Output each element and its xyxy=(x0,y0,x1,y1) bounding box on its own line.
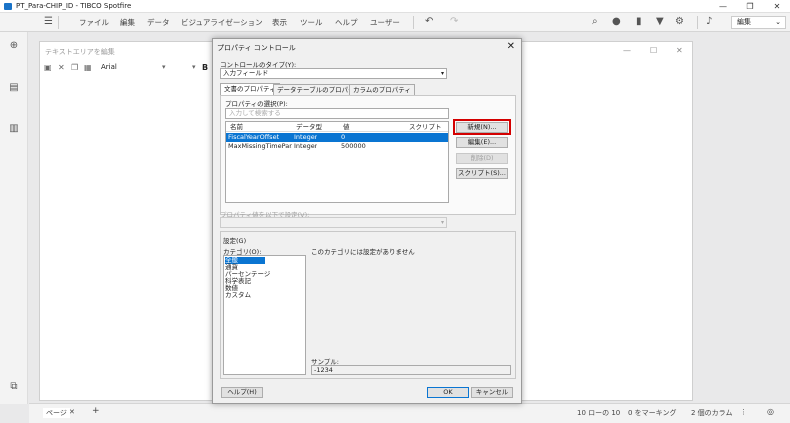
row-type: Integer xyxy=(294,142,318,150)
select-property-label: プロパティの選択(P): xyxy=(225,100,288,108)
comments-icon[interactable]: ● xyxy=(612,16,621,28)
left-rail: ⊕ ▤ ▥ ⧉ xyxy=(0,32,28,404)
minimize-panel-button[interactable]: — xyxy=(623,46,631,55)
bookmark-icon[interactable]: ▮ xyxy=(636,16,642,28)
menu-data[interactable]: データ xyxy=(147,17,170,28)
column-count: 2 個のカラム xyxy=(691,409,733,417)
redo-icon[interactable]: ↷ xyxy=(450,16,458,28)
bold-button[interactable]: B xyxy=(202,63,208,72)
chevron-down-icon: ▾ xyxy=(440,219,444,226)
chevron-down-icon: ▾ xyxy=(440,70,444,77)
dialog-close-button[interactable]: ✕ xyxy=(507,41,515,53)
menu-divider xyxy=(413,16,414,29)
row-type: Integer xyxy=(294,133,318,141)
notifications-icon[interactable]: ♪ xyxy=(706,16,712,28)
control-type-value: 入力フィールド xyxy=(223,69,269,77)
row-value: 500000 xyxy=(341,142,366,150)
menu-file[interactable]: ファイル xyxy=(79,17,109,28)
set-value-select[interactable]: ▾ xyxy=(220,217,447,228)
window-title-bar: PT_Para-CHIP_ID - TIBCO Spotfire — ❐ ✕ xyxy=(0,0,790,13)
row-count: 10 ローの 10 xyxy=(577,409,621,417)
font-select[interactable]: Arial xyxy=(101,63,117,71)
delete-button[interactable]: 削除(D) xyxy=(456,153,508,164)
row-name: FiscalYearOffset xyxy=(228,133,280,141)
table-row[interactable]: MaxMissingTimePar... Integer 500000 xyxy=(226,142,448,151)
property-list-header: 名前 データ型 値 スクリプト xyxy=(226,123,448,132)
row-name: MaxMissingTimePar... xyxy=(228,142,292,150)
ok-button[interactable]: OK xyxy=(427,387,469,398)
sample-value: -1234 xyxy=(311,365,511,375)
maximize-button[interactable]: ❐ xyxy=(743,1,757,12)
help-button[interactable]: ヘルプ(H) xyxy=(221,387,263,398)
search-icon[interactable]: ⌕ xyxy=(592,16,598,28)
text-area-title: テキストエリアを編集 xyxy=(45,48,115,56)
menu-tools[interactable]: ツール xyxy=(300,17,323,28)
dialog-title: プロパティ コントロール xyxy=(217,44,296,52)
column-header-script[interactable]: スクリプト xyxy=(409,123,442,132)
script-button[interactable]: スクリプト(S)... xyxy=(456,168,508,179)
property-control-dialog: プロパティ コントロール ✕ コントロールのタイプ(Y): 入力フィールド ▾ … xyxy=(212,38,522,404)
mode-dropdown-label: 編集 xyxy=(737,18,751,26)
table-row[interactable]: FiscalYearOffset Integer 0 xyxy=(226,133,448,142)
add-page-icon[interactable]: + xyxy=(92,406,100,416)
row-value: 0 xyxy=(341,133,346,141)
save-icon[interactable]: ▣ xyxy=(44,63,52,72)
minimize-button[interactable]: — xyxy=(716,1,730,12)
status-bar: ページ ✕ + 10 ローの 10 0 をマーキング 2 個のカラム ⋮ ◎ xyxy=(29,403,790,423)
menu-edit[interactable]: 編集 xyxy=(120,17,135,28)
add-icon[interactable]: ⊕ xyxy=(8,40,20,52)
mode-dropdown[interactable]: 編集 ⌄ xyxy=(731,16,786,29)
filter-icon[interactable]: ▼ xyxy=(656,16,664,28)
menu-view[interactable]: 表示 xyxy=(272,17,287,28)
cancel-button[interactable]: キャンセル xyxy=(471,387,513,398)
menu-visualization[interactable]: ビジュアライゼーション xyxy=(181,17,263,28)
more-options-icon[interactable]: ⋮ xyxy=(740,408,747,416)
tab-column-properties[interactable]: カラムのプロパティ xyxy=(349,84,415,95)
globe-icon[interactable]: ◎ xyxy=(767,407,774,416)
property-search-input[interactable]: 入力して検索する xyxy=(225,108,449,119)
close-panel-button[interactable]: ✕ xyxy=(676,46,683,55)
undo-icon[interactable]: ↶ xyxy=(425,16,433,28)
category-list[interactable]: 全般 通貨 パーセンテージ 科学表記 数値 カスタム xyxy=(223,255,306,375)
menu-help[interactable]: ヘルプ xyxy=(335,17,358,28)
marked-count: 0 をマーキング xyxy=(628,409,677,417)
copy-icon[interactable]: ❐ xyxy=(71,63,78,72)
gear-icon[interactable]: ⚙ xyxy=(675,16,684,28)
menu-divider xyxy=(697,16,698,29)
menu-bar: ☰ ファイル 編集 データ ビジュアライゼーション 表示 ツール ヘルプ ユーザ… xyxy=(0,13,790,32)
column-header-type[interactable]: データ型 xyxy=(296,123,322,132)
data-canvas-icon[interactable]: ⧉ xyxy=(8,381,20,393)
column-header-value[interactable]: 値 xyxy=(343,123,350,132)
page-tab[interactable]: ページ xyxy=(43,408,70,418)
column-header-name[interactable]: 名前 xyxy=(230,123,243,132)
list-item[interactable]: カスタム xyxy=(225,292,251,299)
settings-label: 設定(G) xyxy=(223,237,247,245)
hamburger-menu-icon[interactable]: ☰ xyxy=(44,16,53,27)
no-settings-text: このカテゴリには設定がありません xyxy=(311,248,415,256)
menu-divider xyxy=(58,16,59,29)
page-tab-close-icon[interactable]: ✕ xyxy=(69,408,75,416)
new-button[interactable]: 新規(N)... xyxy=(456,122,508,133)
size-dropdown-arrow-icon[interactable]: ▾ xyxy=(192,63,196,71)
data-panel-icon[interactable]: ▤ xyxy=(8,82,20,94)
window-title: PT_Para-CHIP_ID - TIBCO Spotfire xyxy=(16,2,132,10)
font-dropdown-arrow-icon[interactable]: ▾ xyxy=(162,63,166,71)
chevron-down-icon: ⌄ xyxy=(775,18,781,26)
cut-icon[interactable]: ✕ xyxy=(58,63,65,72)
spotfire-logo-icon xyxy=(4,3,12,10)
control-type-select[interactable]: 入力フィールド ▾ xyxy=(220,68,447,79)
menu-user[interactable]: ユーザー xyxy=(370,17,400,28)
maximize-panel-button[interactable]: ☐ xyxy=(650,46,657,55)
paste-icon[interactable]: ▦ xyxy=(84,63,92,72)
edit-button[interactable]: 編集(E)... xyxy=(456,137,508,148)
property-list[interactable]: 名前 データ型 値 スクリプト FiscalYearOffset Integer… xyxy=(225,121,449,203)
close-window-button[interactable]: ✕ xyxy=(770,1,784,12)
visualizations-icon[interactable]: ▥ xyxy=(8,123,20,135)
